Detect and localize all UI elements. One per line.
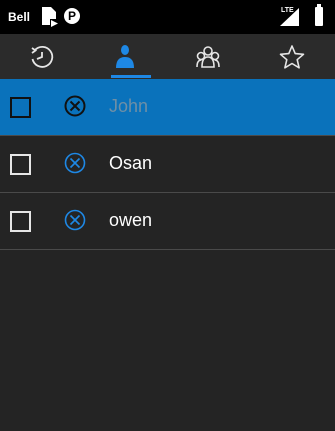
tab-contact[interactable] [83,34,166,79]
contact-name: John [109,96,149,116]
tab-groups[interactable] [166,34,249,79]
status-bar: Bell P LTE [0,0,335,34]
parking-icon: P [64,8,80,24]
sim-card-icon [40,6,60,33]
contact-row-john[interactable]: John [0,79,335,135]
contact-name: Osan [109,153,153,173]
group-icon [195,45,220,68]
carrier-label: Bell [8,10,31,24]
row-divider [0,249,335,250]
battery-icon [315,4,323,26]
person-icon [115,44,134,68]
remove-circle-icon [64,152,86,174]
contact-checkbox[interactable] [10,97,31,118]
signal-icon [280,8,300,31]
history-icon [30,45,53,68]
remove-contact-button[interactable] [64,152,86,179]
contact-row-osan[interactable]: Osan [0,136,335,192]
tab-bar [0,34,335,79]
remove-circle-icon [64,95,86,117]
contact-name: owen [109,210,153,230]
contact-checkbox[interactable] [10,154,31,175]
contact-row-owen[interactable]: owen [0,193,335,249]
remove-contact-button[interactable] [64,95,86,122]
selected-tab-indicator [111,75,151,78]
contacts-app: John Osan owen [0,34,335,431]
star-icon [279,44,304,69]
contact-checkbox[interactable] [10,211,31,232]
tab-favorites[interactable] [250,34,333,79]
tab-recent[interactable] [0,34,83,79]
remove-contact-button[interactable] [64,209,86,236]
remove-circle-icon [64,209,86,231]
